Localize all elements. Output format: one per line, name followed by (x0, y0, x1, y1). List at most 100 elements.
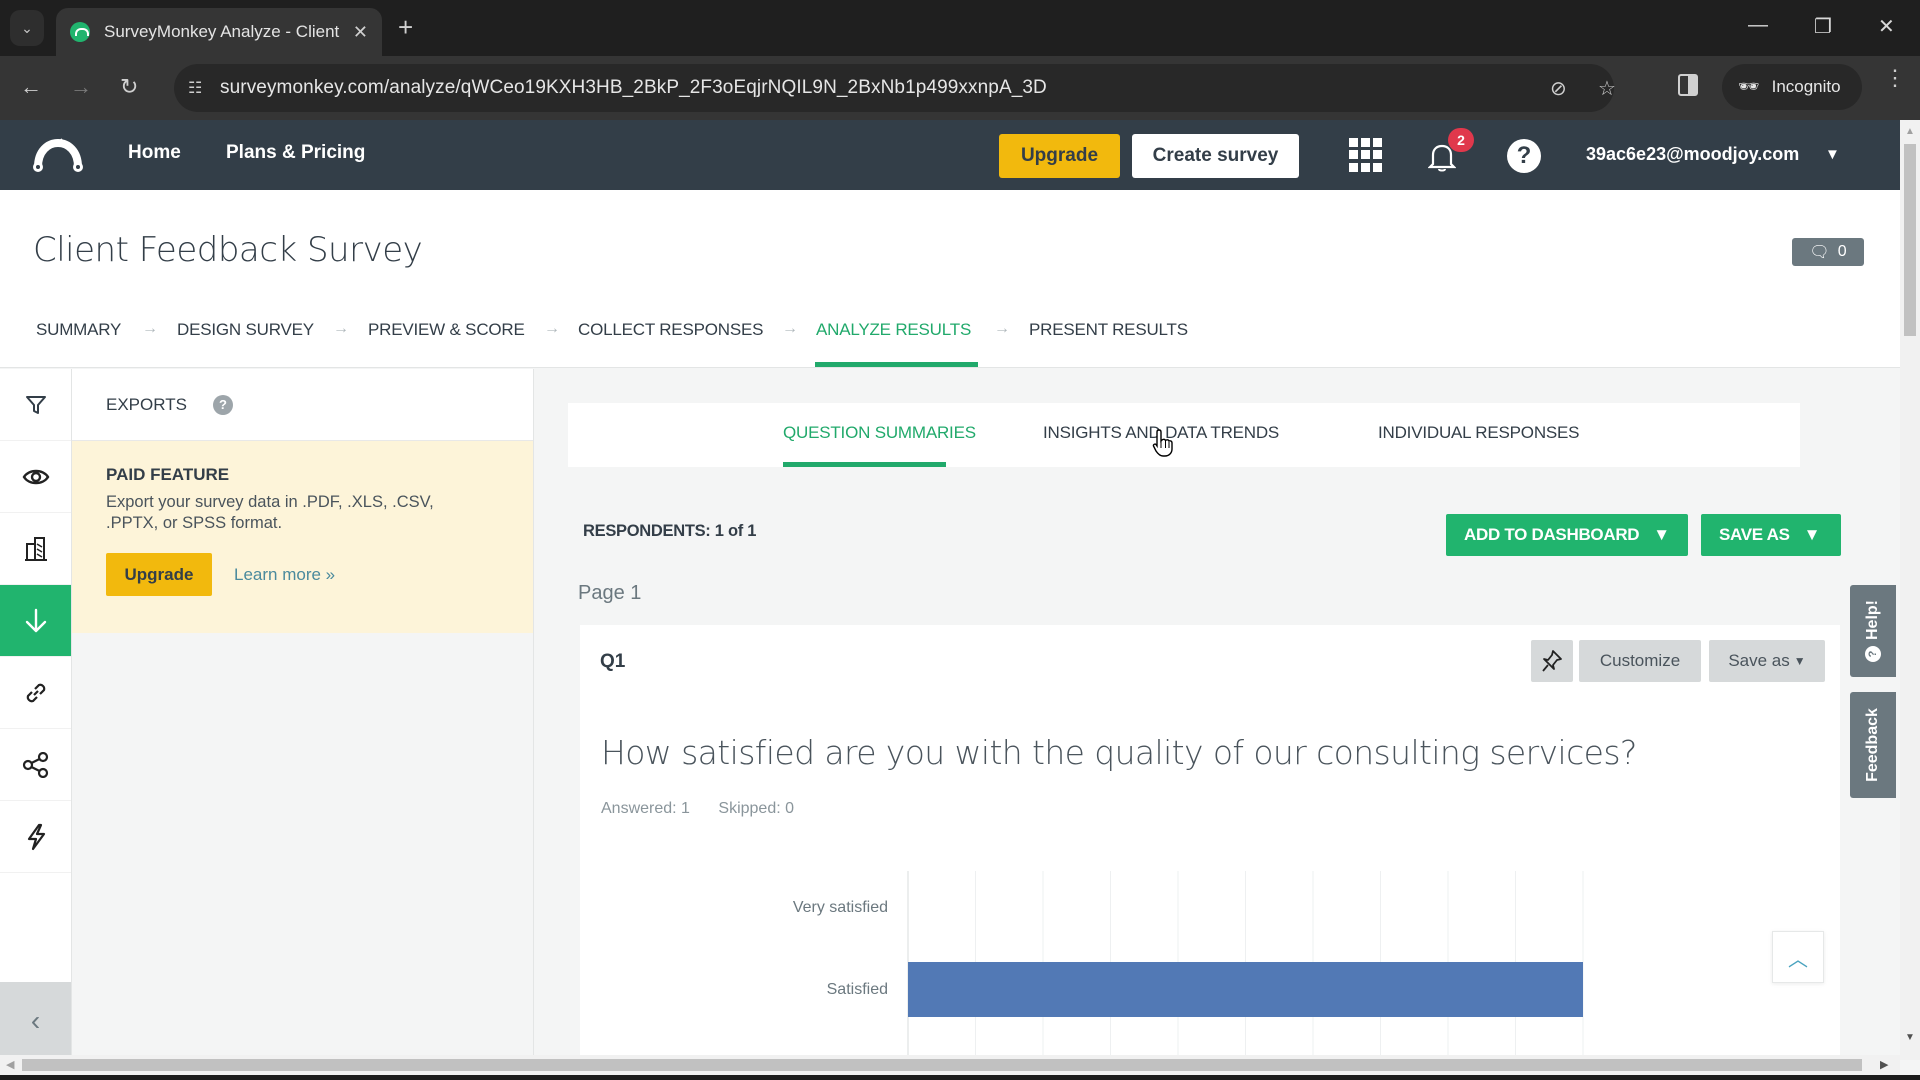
tab-individual-responses[interactable]: INDIVIDUAL RESPONSES (1378, 423, 1580, 443)
account-email[interactable]: 39ac6e23@moodjoy.com (1586, 144, 1799, 165)
notification-badge: 2 (1448, 128, 1474, 152)
question-save-as-label: Save as (1728, 651, 1790, 670)
survey-title-bar: Client Feedback Survey 🗨 0 (0, 190, 1900, 290)
page-vertical-scrollbar[interactable]: ▲ ▼ (1900, 120, 1920, 1060)
restore-button[interactable]: ❐ (1814, 14, 1832, 39)
active-subtab-underline (783, 462, 946, 467)
hand-pointer-cursor-icon (1152, 429, 1173, 457)
chevron-left-icon: ‹ (30, 1005, 41, 1036)
scroll-down-arrow-icon[interactable]: ▼ (1905, 1032, 1915, 1043)
reload-button[interactable]: ↻ (120, 74, 138, 100)
paid-feature-description: Export your survey data in .PDF, .XLS, .… (106, 493, 434, 532)
pin-icon (1542, 650, 1562, 672)
filter-icon (25, 395, 46, 414)
customize-button[interactable]: Customize (1579, 640, 1701, 682)
exports-heading: EXPORTS (106, 394, 187, 414)
pin-button[interactable] (1531, 640, 1573, 682)
bar-satisfied (908, 962, 1583, 1017)
exports-panel: EXPORTS ? PAID FEATURE Export your surve… (72, 369, 534, 1060)
step-arrow-icon: → (994, 320, 1010, 337)
feedback-side-label: Feedback (1864, 708, 1881, 782)
nav-plans-pricing[interactable]: Plans & Pricing (226, 142, 365, 164)
window-close-button[interactable]: ✕ (1878, 14, 1895, 39)
bookmark-star-icon[interactable]: ☆ (1598, 76, 1616, 101)
exports-upgrade-button[interactable]: Upgrade (106, 553, 212, 596)
incognito-indicator[interactable]: 🕶 Incognito (1722, 64, 1862, 110)
question-text: How satisfied are you with the quality o… (601, 733, 1637, 772)
analyze-tool-rail: ‹ (0, 369, 72, 1060)
comments-button[interactable]: 🗨 0 (1792, 238, 1864, 266)
collapse-panel-button[interactable]: ‹ (0, 982, 71, 1060)
add-to-dashboard-label: ADD TO DASHBOARD (1464, 525, 1640, 544)
rail-views[interactable] (0, 441, 71, 513)
question-number: Q1 (600, 651, 626, 672)
rail-share[interactable] (0, 729, 71, 801)
site-settings-icon[interactable]: ☷ (188, 78, 220, 98)
skipped-count: Skipped: 0 (718, 800, 794, 817)
step-preview-score[interactable]: PREVIEW & SCORE (368, 320, 525, 340)
learn-more-link[interactable]: Learn more » (234, 565, 335, 585)
page-horizontal-scrollbar[interactable]: ◀ ▶ (0, 1055, 1900, 1075)
account-dropdown-icon[interactable]: ▼ (1825, 146, 1840, 163)
address-bar[interactable]: ☷ surveymonkey.com/analyze/qWCeo19KXH3HB… (174, 64, 1616, 112)
share-icon (22, 751, 48, 778)
rail-automations[interactable] (0, 801, 71, 873)
step-design-survey[interactable]: DESIGN SURVEY (177, 320, 314, 340)
help-side-label: Help! (1864, 600, 1881, 640)
survey-title: Client Feedback Survey (33, 230, 423, 270)
url-text[interactable]: surveymonkey.com/analyze/qWCeo19KXH3HB_2… (220, 77, 1047, 99)
back-button[interactable]: ← (20, 74, 42, 100)
browser-tab-active[interactable]: SurveyMonkey Analyze - Client ✕ (56, 8, 382, 56)
paid-feature-notice: PAID FEATURE Export your survey data in … (72, 441, 533, 633)
save-as-button[interactable]: SAVE AS ▼ (1701, 514, 1841, 556)
incognito-label: Incognito (1771, 77, 1841, 96)
lightning-icon (27, 823, 45, 850)
link-icon (26, 683, 45, 702)
header-upgrade-button[interactable]: Upgrade (999, 134, 1120, 178)
minimize-button[interactable]: — (1748, 14, 1768, 37)
step-summary[interactable]: SUMMARY (36, 320, 121, 340)
step-arrow-icon: → (544, 320, 560, 337)
comment-icon: 🗨 (1809, 244, 1830, 261)
add-to-dashboard-button[interactable]: ADD TO DASHBOARD ▼ (1446, 514, 1688, 556)
vertical-scroll-thumb[interactable] (1904, 144, 1916, 336)
tracking-protection-icon[interactable]: ⊘ (1550, 76, 1567, 101)
scroll-up-arrow-icon[interactable]: ▲ (1905, 126, 1915, 137)
exports-panel-header: EXPORTS ? (72, 369, 533, 441)
surveymonkey-logo-icon[interactable] (32, 137, 84, 173)
rail-compare[interactable] (0, 513, 71, 585)
rail-share-link[interactable] (0, 657, 71, 729)
scroll-left-arrow-icon[interactable]: ◀ (6, 1058, 14, 1071)
apps-grid-icon[interactable] (1349, 138, 1383, 172)
exports-help-icon[interactable]: ? (212, 394, 233, 415)
forward-button[interactable]: → (70, 74, 92, 100)
help-side-tab[interactable]: ? Help! (1850, 585, 1896, 677)
tab-close-icon[interactable]: ✕ (353, 22, 368, 43)
tab-search-button[interactable]: ⌄ (10, 10, 44, 46)
comment-count: 0 (1837, 243, 1847, 260)
side-panel-icon[interactable] (1678, 74, 1698, 96)
question-card: Q1 Customize Save as ▼ How satisfied are… (580, 625, 1840, 1060)
incognito-icon: 🕶 (1738, 77, 1760, 96)
help-icon[interactable]: ? (1507, 139, 1541, 173)
step-analyze-results[interactable]: ANALYZE RESULTS (816, 320, 971, 340)
create-survey-button[interactable]: Create survey (1132, 134, 1299, 178)
tab-title: SurveyMonkey Analyze - Client (104, 22, 340, 41)
scroll-to-top-button[interactable]: ︿ (1772, 931, 1824, 983)
feedback-side-tab[interactable]: Feedback (1850, 692, 1896, 798)
nav-home[interactable]: Home (128, 142, 181, 164)
browser-menu-icon[interactable]: ⋮ (1884, 67, 1906, 89)
scroll-right-arrow-icon[interactable]: ▶ (1880, 1058, 1888, 1071)
rail-filter[interactable] (0, 369, 71, 441)
tab-question-summaries[interactable]: QUESTION SUMMARIES (783, 423, 976, 443)
chevron-down-icon: ▼ (1803, 525, 1821, 544)
new-tab-button[interactable]: + (398, 12, 413, 43)
rail-exports[interactable] (0, 585, 71, 657)
respondents-count: RESPONDENTS: 1 of 1 (583, 522, 757, 540)
app-header: Home Plans & Pricing Upgrade Create surv… (0, 120, 1900, 190)
step-present-results[interactable]: PRESENT RESULTS (1029, 320, 1188, 340)
step-collect-responses[interactable]: COLLECT RESPONSES (578, 320, 763, 340)
horizontal-scroll-thumb[interactable] (22, 1059, 1862, 1071)
step-arrow-icon: → (782, 320, 798, 337)
question-save-as-button[interactable]: Save as ▼ (1709, 640, 1825, 682)
